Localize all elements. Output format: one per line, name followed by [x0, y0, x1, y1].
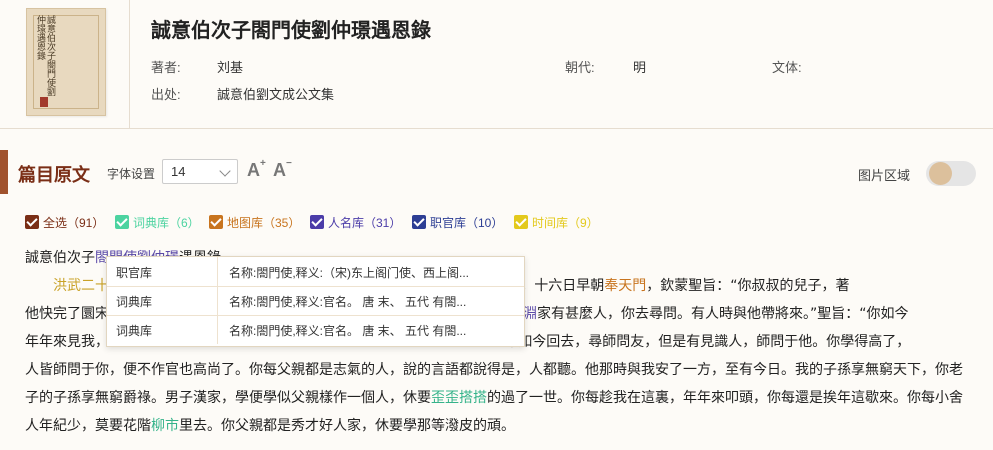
- divider: [217, 315, 218, 344]
- dynasty-value: 明: [633, 60, 647, 75]
- minus-icon: −: [286, 158, 292, 169]
- popup-content: 名称:閤門使,释义:官名。 唐 末、 五代 有閤...: [229, 324, 467, 338]
- popup-row[interactable]: 职官库 名称:閤門使,释义:（宋)东上阁门使、西上阁...: [107, 257, 524, 287]
- divider: [217, 286, 218, 315]
- chevron-down-icon: [219, 165, 231, 177]
- font-decrease-label: A: [273, 160, 286, 180]
- checkbox-checked-icon: [412, 215, 426, 229]
- text-line: 人年紀少，莫要花階柳市里去。你父親都是秀才好人家，休要學那等潑皮的頑。: [25, 412, 970, 440]
- annotated-term[interactable]: 洪武二十: [53, 278, 109, 294]
- dynasty-label: 朝代:: [565, 60, 595, 75]
- author-label: 著者:: [151, 60, 181, 75]
- font-size-value: 14: [171, 164, 186, 179]
- book-cover-image: 誠意伯次子閤門使劉仲璟遇恩錄: [26, 8, 106, 116]
- text-segment: 人年紀少，莫要花階: [25, 418, 151, 434]
- source-value: 誠意伯劉文成公文集: [217, 87, 335, 102]
- filter-all[interactable]: 全选（91）: [25, 214, 104, 231]
- popup-category: 词典库: [116, 324, 153, 338]
- filter-official[interactable]: 职官库（10）: [412, 214, 503, 231]
- cover-seal: [40, 97, 48, 107]
- page-title: 誠意伯次子閤門使劉仲璟遇恩錄: [151, 18, 431, 42]
- original-text-toolbar: 篇目原文 字体设置 14 A+ A− 图片区域: [0, 150, 993, 194]
- annotated-term[interactable]: 奉天門: [604, 278, 646, 294]
- checkbox-checked-icon: [209, 215, 223, 229]
- filter-map-label: 地图库（35）: [227, 216, 301, 230]
- text-segment: 誠意伯次子: [25, 250, 95, 266]
- text-segment: 子的子孫享無窮爵祿。男子漢家，學便學似父親樣作一個人，休要: [25, 390, 431, 406]
- text-segment: 他快完了圜宋: [25, 306, 109, 322]
- plus-icon: +: [260, 158, 266, 169]
- image-area-label: 图片区域: [858, 168, 911, 183]
- popup-row[interactable]: 词典库 名称:閤門使,释义:官名。 唐 末、 五代 有閤...: [107, 286, 524, 316]
- divider: [217, 257, 218, 286]
- text-segment: ：“你如今回去，尋師問友，但是有見識人，師問于他。你學得高了，: [483, 334, 911, 350]
- text-segment: ，欽蒙聖旨：“你叔叔的兒子，著: [646, 278, 850, 294]
- filter-dictionary[interactable]: 词典库（6）: [115, 214, 200, 231]
- popup-category: 词典库: [116, 295, 153, 309]
- popup-content: 名称:閤門使,释义:官名。 唐 末、 五代 有閤...: [229, 295, 467, 309]
- filter-map[interactable]: 地图库（35）: [209, 214, 300, 231]
- popup-content: 名称:閤門使,释义:（宋)东上阁门使、西上阁...: [229, 266, 470, 280]
- section-title: 篇目原文: [18, 165, 90, 185]
- filter-official-label: 职官库（10）: [430, 216, 504, 230]
- font-setting-label: 字体设置: [107, 167, 156, 181]
- text-segment: 年年來見我，: [25, 334, 109, 350]
- book-header: 誠意伯次子閤門使劉仲璟遇恩錄 誠意伯次子閤門使劉仲璟遇恩錄 著者: 刘基 朝代:…: [0, 0, 993, 129]
- font-decrease-button[interactable]: A−: [273, 158, 292, 181]
- image-area-toggle[interactable]: [926, 161, 976, 186]
- filter-time-label: 时间库（9）: [532, 216, 599, 230]
- checkbox-checked-icon: [115, 215, 129, 229]
- text-line: 人皆師問于你，便不作官也高尚了。你每父親都是志氣的人，說的言語都說得是，人都聽。…: [25, 362, 963, 378]
- font-increase-button[interactable]: A+: [247, 158, 266, 181]
- cover-title: 誠意伯次子閤門使劉仲璟遇恩錄: [35, 15, 55, 96]
- author-value[interactable]: 刘基: [217, 57, 243, 76]
- text-line: 子的子孫享無窮爵祿。男子漢家，學便學似父親樣作一個人，休要歪歪搭搭的過了一世。你…: [25, 384, 970, 412]
- filter-time[interactable]: 时间库（9）: [514, 214, 599, 231]
- filter-all-label: 全选（91）: [43, 216, 105, 230]
- filter-person[interactable]: 人名库（31）: [310, 214, 401, 231]
- annotated-term[interactable]: 歪歪搭搭: [431, 390, 487, 406]
- annotated-term[interactable]: 柳市: [151, 418, 179, 434]
- source-label: 出处:: [151, 87, 181, 102]
- checkbox-checked-icon: [25, 215, 39, 229]
- term-info-popup: 职官库 名称:閤門使,释义:（宋)东上阁门使、西上阁... 词典库 名称:閤門使…: [106, 256, 525, 347]
- checkbox-checked-icon: [514, 215, 528, 229]
- text-segment: 的過了一世。你每趁我在這裏，年年來叩頭，你每還是挨年這歇來。你每小舍: [487, 390, 963, 406]
- section-accent-bar: [0, 150, 8, 194]
- filter-dictionary-label: 词典库（6）: [133, 216, 200, 230]
- font-increase-label: A: [247, 160, 260, 180]
- popup-category: 职官库: [116, 266, 153, 280]
- checkbox-checked-icon: [310, 215, 324, 229]
- text-segment: 家有甚麼人，你去尋問。有人時與他帶將來。”聖旨：“你如今: [537, 306, 909, 322]
- toggle-knob: [929, 162, 952, 185]
- filter-person-label: 人名库（31）: [328, 216, 402, 230]
- text-segment: 里去。你父親都是秀才好人家，休要學那等潑皮的頑。: [179, 418, 515, 434]
- popup-row[interactable]: 词典库 名称:閤門使,释义:官名。 唐 末、 五代 有閤...: [107, 315, 524, 344]
- header-divider: [129, 0, 130, 128]
- font-size-select[interactable]: 14: [162, 159, 238, 184]
- style-label: 文体:: [772, 60, 802, 75]
